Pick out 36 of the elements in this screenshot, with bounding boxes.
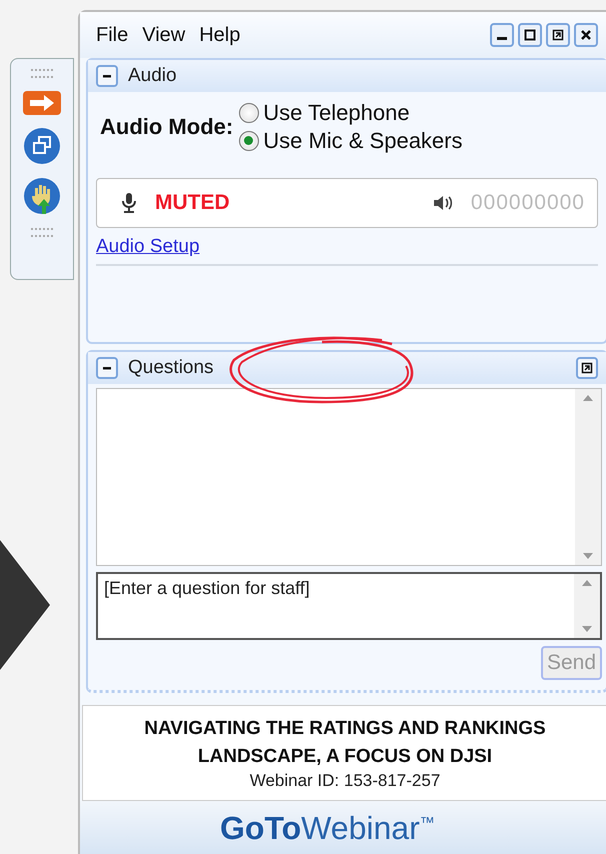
scroll-up-icon[interactable]	[583, 395, 593, 401]
grip-icon	[31, 69, 53, 78]
radio-button[interactable]	[239, 131, 260, 151]
menu-item[interactable]: Help	[199, 24, 240, 46]
arrow-icon[interactable]	[20, 88, 64, 118]
menu-item[interactable]: View	[142, 24, 186, 46]
radio-option[interactable]: Use Mic & Speakers	[239, 128, 462, 154]
audio-pin: 000000000	[470, 191, 585, 215]
scrollbar[interactable]	[575, 389, 601, 565]
collapse-icon[interactable]	[96, 357, 118, 379]
panel-title: Audio	[128, 65, 177, 87]
chevron-arrow-icon	[0, 540, 50, 670]
radio-button[interactable]	[239, 103, 260, 123]
maximize-icon[interactable]	[518, 23, 542, 47]
webinar-id: Webinar ID: 153-817-257	[250, 771, 440, 791]
scrollbar[interactable]	[574, 574, 600, 638]
panel-title: Questions	[128, 357, 214, 379]
audio-mode-label: Audio Mode:	[100, 114, 234, 140]
speaker-icon	[432, 194, 453, 212]
grip-icon	[31, 228, 53, 237]
audio-setup-link[interactable]: Audio Setup	[96, 236, 200, 258]
popout-icon[interactable]	[576, 357, 598, 379]
menu-item[interactable]: File	[96, 24, 128, 46]
webinar-title: NAVIGATING THE RATINGS AND RANKINGS LANDSCAPE, A FOCUS ON DJSI	[143, 717, 547, 769]
scroll-down-icon[interactable]	[583, 553, 593, 559]
question-input[interactable]: [Enter a question for staff]	[96, 572, 602, 640]
radio-option[interactable]: Use Telephone	[239, 100, 462, 126]
mute-status: MUTED	[155, 191, 230, 215]
popout-icon[interactable]	[546, 23, 570, 47]
microphone-icon	[121, 192, 137, 214]
logo: GoToWebinar$^{™}$	[220, 810, 435, 847]
minimize-icon[interactable]	[490, 23, 514, 47]
collapse-icon[interactable]	[96, 65, 118, 87]
close-icon[interactable]	[574, 23, 598, 47]
scroll-up-icon[interactable]	[582, 580, 592, 586]
scroll-down-icon[interactable]	[582, 626, 592, 632]
